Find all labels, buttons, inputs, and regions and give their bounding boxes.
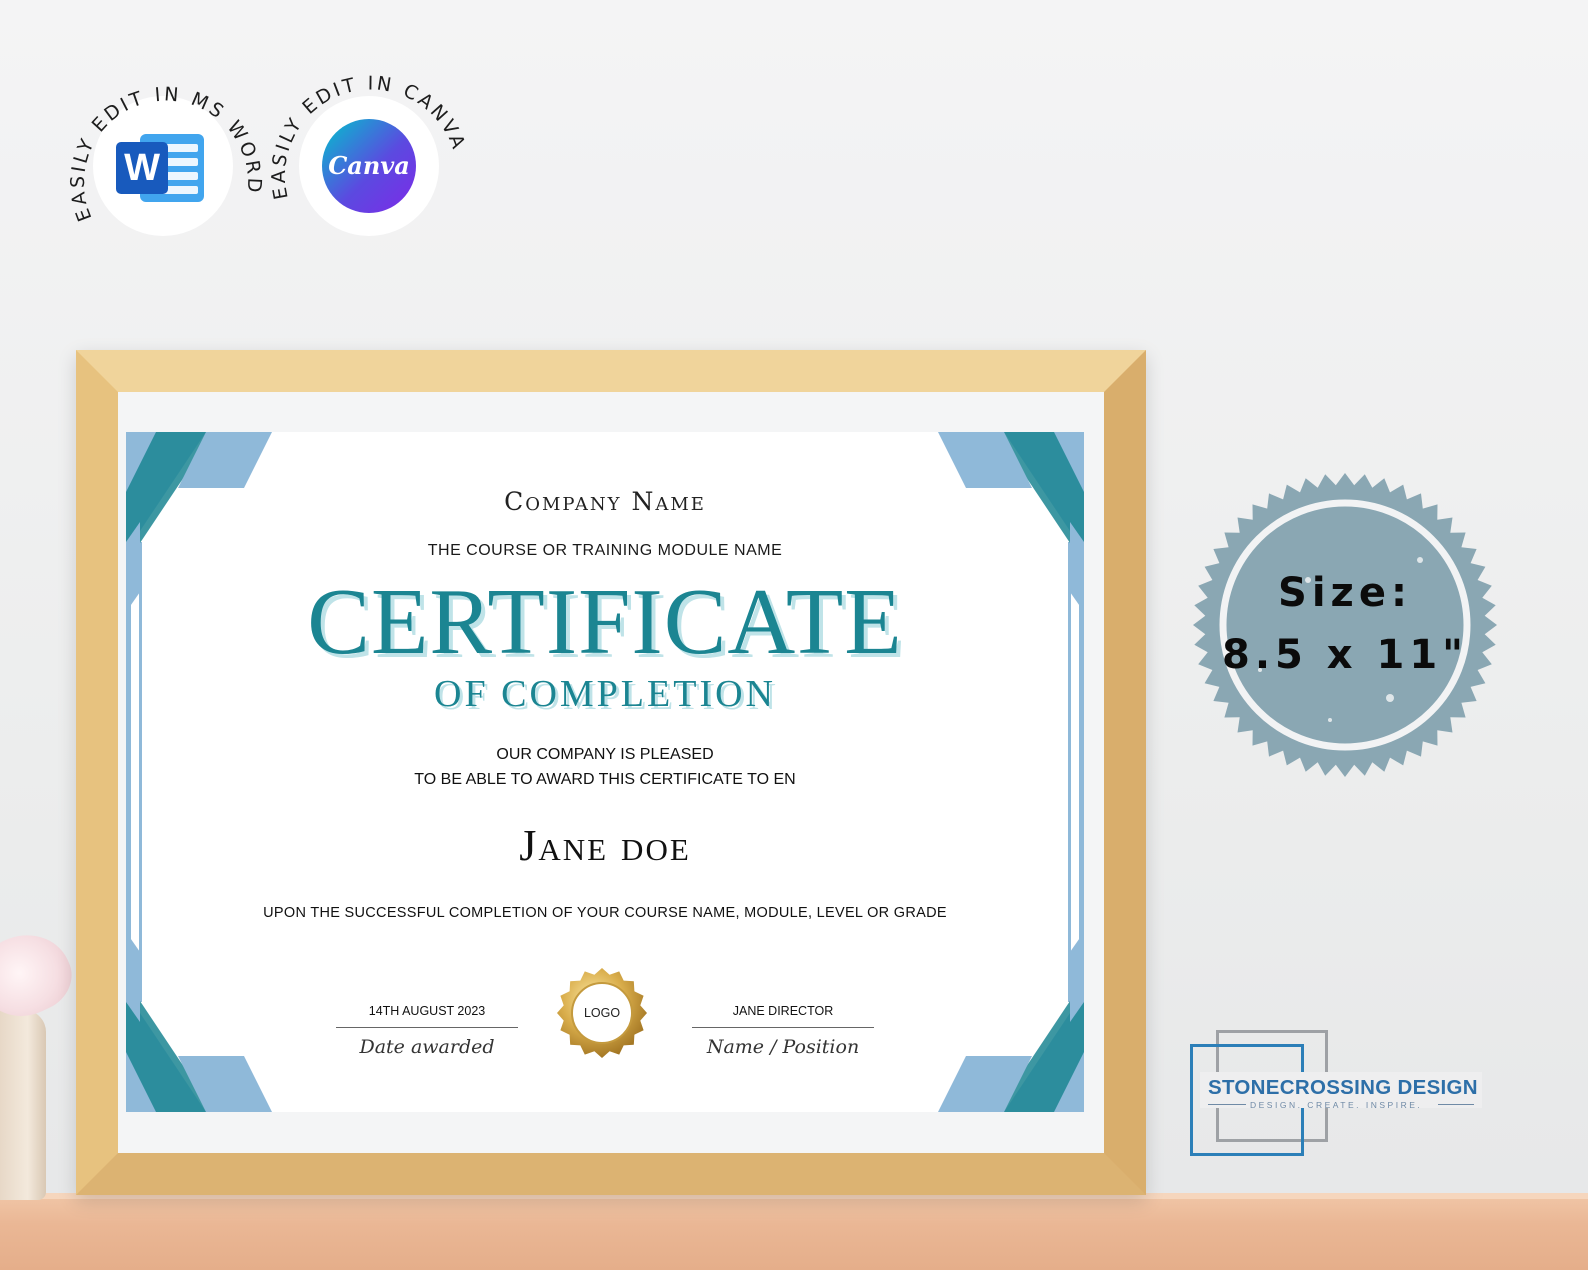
svg-text:Canva: Canva	[328, 151, 410, 180]
signer-line	[692, 1027, 874, 1028]
size-value: 8.5 x 11"	[1221, 632, 1468, 678]
company-name: Company Name	[504, 487, 706, 516]
brand-name: STONECROSSING DESIGN	[1208, 1076, 1478, 1099]
canva-badge-graphic: EASILY EDIT IN CANVA Canva	[268, 72, 467, 236]
size-stamp: Size: 8.5 x 11"	[1190, 470, 1500, 780]
signer-caption: Name / Position	[706, 1036, 860, 1058]
word-icon: W	[116, 134, 204, 202]
brand-rule-left	[1208, 1104, 1246, 1105]
flower	[0, 919, 83, 1031]
seal-logo-label: LOGO	[583, 1006, 621, 1020]
brand-rule-right	[1438, 1104, 1474, 1105]
ms-word-badge-graphic: EASILY EDIT IN MS WORD W	[67, 83, 262, 236]
canva-badge: EASILY EDIT IN CANVA Canva	[268, 68, 467, 258]
date-caption: Date awarded	[359, 1036, 495, 1058]
date-value: 14TH AUGUST 2023	[368, 1004, 486, 1018]
date-line	[336, 1027, 518, 1028]
course-name: THE COURSE OR TRAINING MODULE NAME	[427, 542, 783, 559]
recipient-name: Jane doe	[519, 821, 691, 870]
canva-icon: Canva	[322, 119, 416, 213]
picture-frame: Company Name THE COURSE OR TRAINING MODU…	[76, 350, 1146, 1195]
gold-seal: LOGO	[556, 967, 648, 1059]
ms-word-badge: EASILY EDIT IN MS WORD W	[67, 68, 262, 258]
award-statement-line-2: TO BE ABLE TO AWARD THIS CERTIFICATE TO …	[414, 771, 796, 788]
signer-value: JANE DIRECTOR	[732, 1004, 834, 1018]
brand-logo: STONECROSSING DESIGN DESIGN. CREATE. INS…	[1190, 1030, 1482, 1162]
frame-mat: Company Name THE COURSE OR TRAINING MODU…	[118, 392, 1104, 1153]
vase	[0, 1010, 46, 1200]
signer-signature-block: JANE DIRECTOR Name / Position	[692, 1004, 874, 1058]
size-stamp-graphic	[1193, 473, 1497, 777]
wooden-shelf	[0, 1193, 1588, 1270]
certificate-title: CERTIFICATE	[307, 570, 903, 674]
certificate-subtitle: OF COMPLETION	[434, 673, 776, 715]
award-statement-line-1: OUR COMPANY IS PLEASED	[496, 746, 714, 763]
size-label: Size:	[1278, 570, 1412, 616]
svg-text:W: W	[124, 147, 160, 189]
brand-tagline: DESIGN. CREATE. INSPIRE.	[1250, 1100, 1423, 1110]
date-signature-block: 14TH AUGUST 2023 Date awarded	[336, 1004, 518, 1058]
completion-statement: UPON THE SUCCESSFUL COMPLETION OF YOUR C…	[263, 905, 947, 921]
certificate: Company Name THE COURSE OR TRAINING MODU…	[126, 432, 1084, 1112]
award-statement: OUR COMPANY IS PLEASED TO BE ABLE TO AWA…	[126, 742, 1084, 792]
